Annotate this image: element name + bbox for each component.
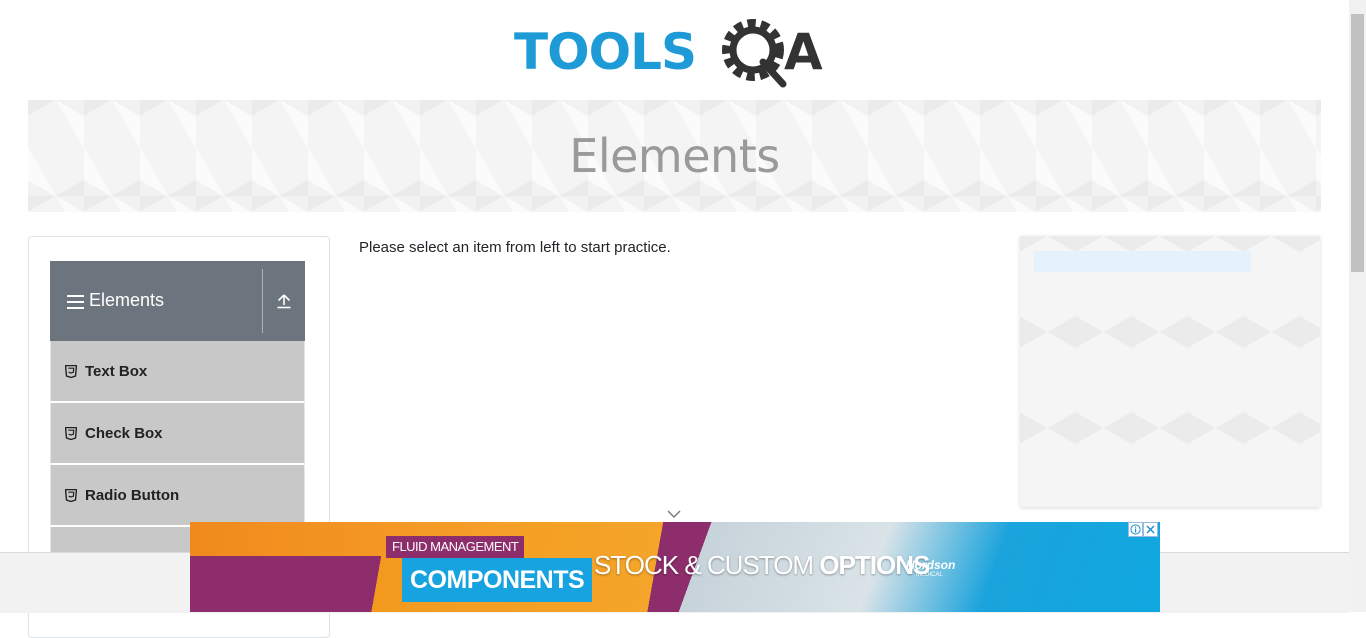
menu-item-text-box[interactable]: Text Box	[50, 341, 305, 403]
scrollbar-thumb[interactable]	[1351, 14, 1364, 272]
close-icon[interactable]	[1143, 522, 1158, 537]
main-instruction-text: Please select an item from left to start…	[359, 239, 671, 256]
menu-item-radio-button[interactable]: Radio Button	[50, 465, 305, 527]
hamburger-icon	[67, 295, 84, 309]
ad-controls	[1128, 522, 1158, 537]
page-scrollbar[interactable]	[1349, 0, 1366, 612]
info-icon[interactable]	[1128, 522, 1143, 537]
page-title: Elements	[569, 129, 780, 183]
ad-brand-sub: MEDICAL	[916, 572, 943, 578]
menu-item-check-box[interactable]: Check Box	[50, 403, 305, 465]
ad-subtitle: FLUID MANAGEMENT	[386, 536, 525, 558]
logo-text-tools: TOOLS	[514, 23, 696, 81]
group-title: Elements	[89, 290, 165, 310]
menu-item-label: Radio Button	[85, 486, 180, 504]
ad-headline: COMPONENTS	[402, 558, 593, 602]
ad-brand: Nordson	[906, 558, 956, 572]
bottom-banner-ad[interactable]: FLUID MANAGEMENT COMPONENTS STOCK & CUST…	[190, 522, 1160, 612]
menu-item-label: Text Box	[85, 362, 148, 380]
collapse-button[interactable]	[263, 261, 305, 341]
menu-item-label: Check Box	[85, 424, 163, 442]
html5-icon	[65, 488, 77, 502]
ad-tagline: STOCK & CUSTOM OPTIONS	[594, 550, 930, 580]
gear-icon	[722, 19, 787, 88]
page-banner: Elements	[28, 100, 1321, 212]
ad-loading-strip	[1034, 251, 1251, 272]
elements-group-header[interactable]: Elements	[50, 261, 305, 341]
html5-icon	[65, 426, 77, 440]
logo-text-a: A	[784, 23, 823, 81]
chevron-down-icon[interactable]	[666, 509, 682, 519]
toolsqa-logo[interactable]: TOOLS A	[514, 16, 838, 92]
upload-arrow-icon	[277, 294, 291, 309]
html5-icon	[65, 364, 77, 378]
right-ad-slot[interactable]	[1020, 236, 1320, 507]
